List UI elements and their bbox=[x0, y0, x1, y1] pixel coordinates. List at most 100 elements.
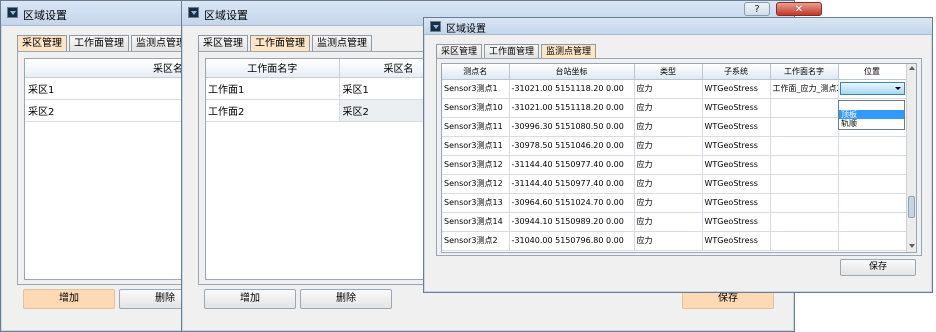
table-cell[interactable]: WTGeoStress bbox=[702, 231, 771, 251]
dropdown-option[interactable] bbox=[839, 101, 904, 110]
table-cell[interactable]: 应力 bbox=[634, 212, 703, 232]
table-cell[interactable]: -31021.00 5151118.20 0.00 bbox=[509, 98, 635, 118]
table-cell[interactable]: Sensor3测点10 bbox=[442, 98, 510, 118]
column-header[interactable]: 测点名 bbox=[442, 64, 510, 80]
table-cell[interactable]: 应力 bbox=[634, 155, 703, 175]
table-cell[interactable] bbox=[770, 231, 839, 251]
close-button[interactable]: ✕ bbox=[776, 2, 822, 16]
tab-mining-area[interactable]: 采区管理 bbox=[436, 44, 483, 59]
table-cell[interactable]: Sensor3测点13 bbox=[442, 193, 510, 213]
table-cell[interactable] bbox=[838, 155, 907, 175]
tab-working-face[interactable]: 工作面管理 bbox=[484, 44, 540, 59]
table-cell[interactable]: 应力 bbox=[634, 136, 703, 156]
column-header[interactable]: 位置 bbox=[838, 64, 907, 80]
table-cell[interactable]: WTGeoStress bbox=[702, 117, 771, 137]
table-row[interactable]: Sensor3测点11 -30978.50 5151046.20 0.00 应力 WT… bbox=[442, 136, 907, 156]
table-cell[interactable] bbox=[770, 212, 839, 232]
scroll-down-arrow[interactable] bbox=[909, 244, 915, 248]
scroll-thumb[interactable] bbox=[908, 196, 915, 218]
table-cell[interactable]: 应力 bbox=[634, 231, 703, 251]
table-row[interactable]: Sensor3测点2 -31040.00 5150796.80 0.00 应力 WTG… bbox=[442, 231, 907, 251]
delete-button[interactable]: 删除 bbox=[300, 289, 392, 309]
add-button[interactable]: 增加 bbox=[23, 289, 115, 309]
table-cell[interactable]: 采区2 bbox=[25, 99, 189, 122]
dropdown-option[interactable]: 顶板 bbox=[839, 110, 904, 119]
table-cell[interactable] bbox=[838, 174, 907, 194]
table-row[interactable]: Sensor3测点11 -30996.30 5151080.50 0.00 应力 WT… bbox=[442, 117, 907, 137]
table-cell[interactable] bbox=[770, 155, 839, 175]
column-header-working-face-name[interactable]: 工作面名字 bbox=[206, 59, 340, 78]
column-header[interactable]: 子系统 bbox=[702, 64, 771, 80]
table-cell[interactable]: Sensor3测点11 bbox=[442, 117, 510, 137]
table-cell[interactable]: Sensor3测点12 bbox=[442, 174, 510, 194]
table-cell[interactable]: -30978.50 5151046.20 0.00 bbox=[509, 136, 635, 156]
scroll-up-arrow[interactable] bbox=[909, 66, 915, 70]
table-cell[interactable] bbox=[838, 193, 907, 213]
column-header-area-name[interactable]: 采区名 bbox=[25, 59, 189, 78]
column-header[interactable]: 台站坐标 bbox=[509, 64, 635, 80]
position-combobox[interactable] bbox=[839, 82, 905, 95]
help-icon: ? bbox=[754, 4, 760, 15]
tab-mining-area[interactable]: 采区管理 bbox=[198, 35, 248, 52]
table-cell[interactable]: -30944.10 5150989.20 0.00 bbox=[509, 212, 635, 232]
table-cell[interactable]: WTGeoStress bbox=[702, 136, 771, 156]
vertical-scrollbar[interactable] bbox=[906, 64, 916, 252]
table-cell[interactable]: -31144.40 5150977.40 0.00 bbox=[509, 174, 635, 194]
tab-working-face[interactable]: 工作面管理 bbox=[250, 35, 310, 52]
table-row[interactable]: Sensor3测点14 -30944.10 5150989.20 0.00 应力 WT… bbox=[442, 212, 907, 232]
table-row[interactable]: Sensor3测点13 -30964.60 5151024.70 0.00 应力 WT… bbox=[442, 193, 907, 213]
table-cell[interactable]: WTGeoStress bbox=[702, 193, 771, 213]
table-cell[interactable] bbox=[838, 212, 907, 232]
table-cell[interactable] bbox=[770, 98, 839, 118]
table-cell[interactable] bbox=[770, 174, 839, 194]
column-header[interactable]: 类型 bbox=[634, 64, 703, 80]
tab-mining-area[interactable]: 采区管理 bbox=[17, 35, 67, 52]
tab-monitoring-point[interactable]: 监测点管理 bbox=[541, 44, 597, 59]
titlebar[interactable]: 区域设置 bbox=[1, 1, 195, 26]
table-cell[interactable]: 应力 bbox=[634, 79, 703, 99]
dropdown-option[interactable]: 轨顺 bbox=[839, 119, 904, 128]
table-cell[interactable]: 工作面_应力_测点2 bbox=[770, 79, 839, 99]
table-cell[interactable]: WTGeoStress bbox=[702, 98, 771, 118]
table-cell[interactable]: -30964.60 5151024.70 0.00 bbox=[509, 193, 635, 213]
titlebar[interactable]: 区域设置 bbox=[424, 18, 932, 35]
table-cell[interactable]: WTGeoStress bbox=[702, 212, 771, 232]
table-row[interactable]: Sensor3测点1 -31021.00 5151118.20 0.00 应力 WTG… bbox=[442, 79, 907, 99]
table-cell[interactable]: 采区1 bbox=[25, 77, 189, 100]
table-cell[interactable] bbox=[838, 79, 907, 99]
help-button[interactable]: ? bbox=[744, 2, 770, 16]
table-cell[interactable]: -31144.40 5150977.40 0.00 bbox=[509, 155, 635, 175]
table-cell[interactable]: Sensor3测点12 bbox=[442, 155, 510, 175]
chevron-down-icon bbox=[894, 87, 901, 90]
table-cell[interactable]: 应力 bbox=[634, 98, 703, 118]
table-cell[interactable]: -31021.00 5151118.20 0.00 bbox=[509, 79, 635, 99]
table-cell[interactable]: Sensor3测点1 bbox=[442, 79, 510, 99]
table-row[interactable]: Sensor3测点10 -31021.00 5151118.20 0.00 应力 WT… bbox=[442, 98, 907, 118]
add-button[interactable]: 增加 bbox=[204, 289, 296, 309]
table-row[interactable]: Sensor3测点12 -31144.40 5150977.40 0.00 应力 WT… bbox=[442, 155, 907, 175]
table-cell[interactable]: 应力 bbox=[634, 117, 703, 137]
table-cell[interactable]: WTGeoStress bbox=[702, 155, 771, 175]
table-cell[interactable] bbox=[770, 117, 839, 137]
table-cell[interactable]: 工作面2 bbox=[206, 99, 340, 122]
save-button[interactable]: 保存 bbox=[840, 259, 916, 276]
table-cell[interactable]: Sensor3测点14 bbox=[442, 212, 510, 232]
table-cell[interactable] bbox=[838, 231, 907, 251]
tab-working-face[interactable]: 工作面管理 bbox=[69, 35, 129, 52]
table-cell[interactable]: WTGeoStress bbox=[702, 174, 771, 194]
window-region-settings-1: 区域设置 采区管理 工作面管理 监测点管理 采区名 采区1 采区2 增加 删除 bbox=[0, 0, 211, 332]
column-header[interactable]: 工作面名字 bbox=[770, 64, 839, 80]
table-cell[interactable]: -31040.00 5150796.80 0.00 bbox=[509, 231, 635, 251]
table-cell[interactable] bbox=[770, 193, 839, 213]
tab-monitoring-point[interactable]: 监测点管理 bbox=[312, 35, 372, 52]
table-row[interactable]: Sensor3测点12 -31144.40 5150977.40 0.00 应力 WT… bbox=[442, 174, 907, 194]
table-cell[interactable]: WTGeoStress bbox=[702, 79, 771, 99]
table-cell[interactable]: 应力 bbox=[634, 174, 703, 194]
table-cell[interactable] bbox=[838, 136, 907, 156]
table-cell[interactable] bbox=[770, 136, 839, 156]
table-cell[interactable]: -30996.30 5151080.50 0.00 bbox=[509, 117, 635, 137]
table-cell[interactable]: Sensor3测点11 bbox=[442, 136, 510, 156]
table-cell[interactable]: Sensor3测点2 bbox=[442, 231, 510, 251]
table-cell[interactable]: 工作面1 bbox=[206, 77, 340, 100]
table-cell[interactable]: 应力 bbox=[634, 193, 703, 213]
